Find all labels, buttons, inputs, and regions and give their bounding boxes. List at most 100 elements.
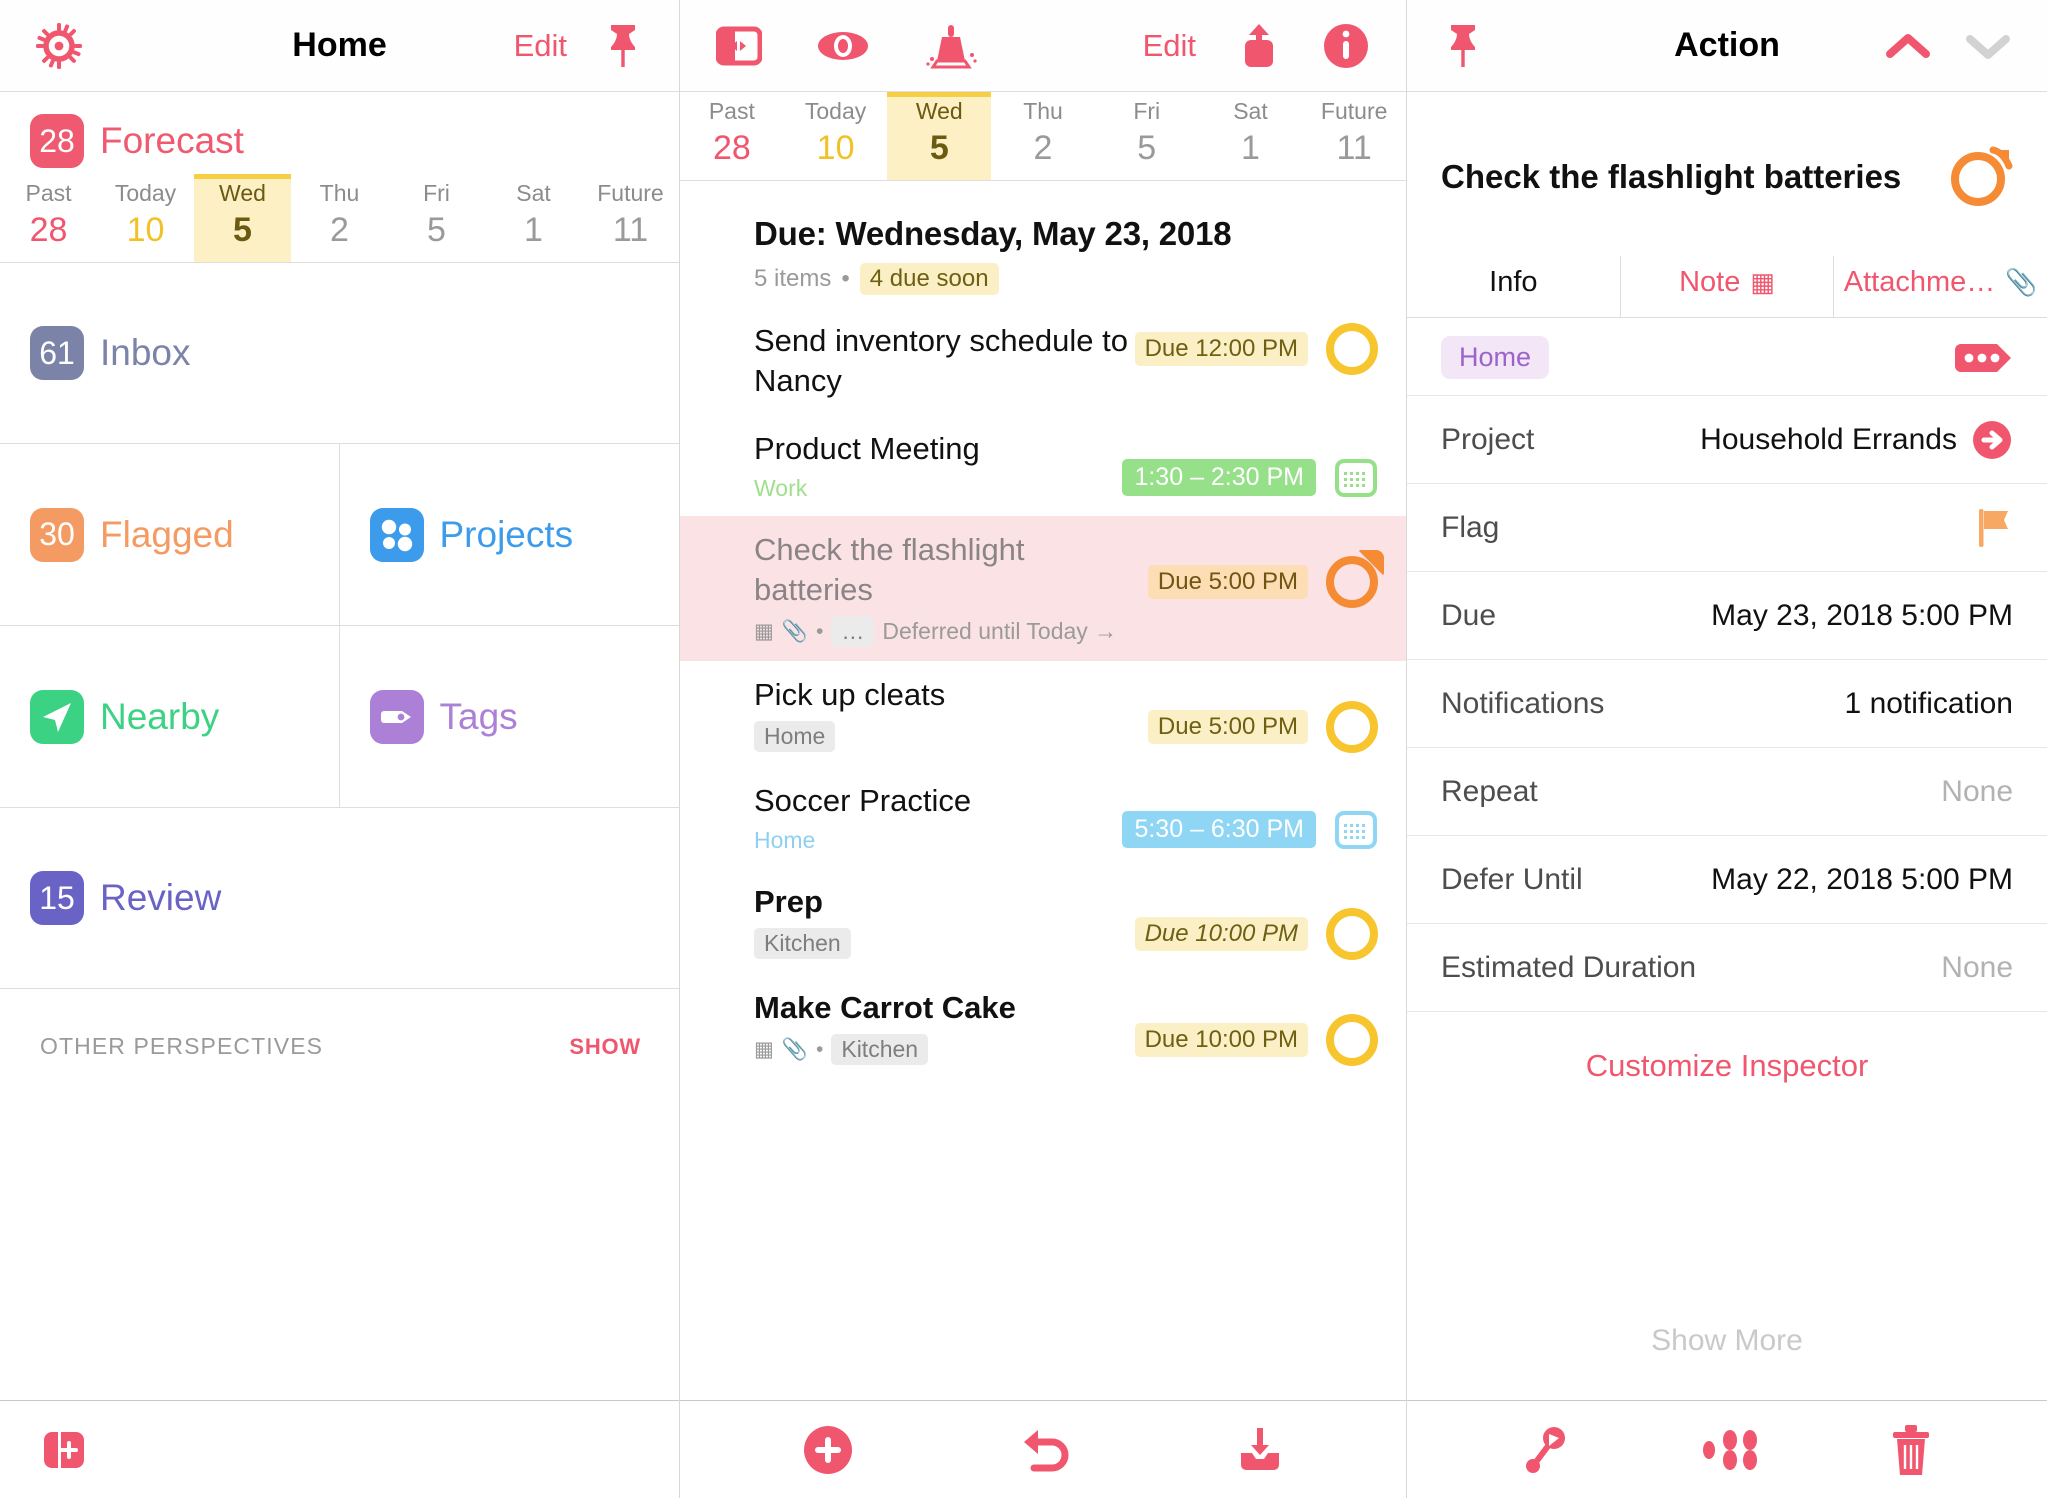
sidebar-item-review[interactable]: 15 Review xyxy=(0,808,679,988)
status-circle-icon[interactable] xyxy=(1326,908,1378,960)
inspector-row-repeat[interactable]: Repeat None xyxy=(1407,747,2047,835)
sidebar-item-nearby[interactable]: Nearby xyxy=(0,626,340,808)
task-title: Check the flashlight batteries xyxy=(1441,158,1902,195)
day-cell-thu[interactable]: Thu 2 xyxy=(291,174,388,262)
day-cell-wed[interactable]: Wed 5 xyxy=(194,174,291,262)
day-cell-today[interactable]: Today 10 xyxy=(97,174,194,262)
chevron-down-icon[interactable] xyxy=(1965,31,2011,61)
sidebar-item-forecast[interactable]: 28 Forecast xyxy=(0,92,679,174)
day-name: Past xyxy=(708,98,755,124)
pin-icon[interactable] xyxy=(603,23,643,69)
group-title: Due: Wednesday, May 23, 2018 xyxy=(754,215,1232,252)
projects-icon xyxy=(369,507,424,562)
day-count: 2 xyxy=(330,211,349,249)
list-bottom-toolbar xyxy=(680,1400,1406,1498)
status-circle-icon[interactable] xyxy=(1326,701,1378,753)
broom-icon[interactable] xyxy=(924,23,978,69)
table-row[interactable]: Make Carrot Cake ▦ 📎 • Kitchen Due 10:00… xyxy=(680,974,1406,1080)
flag-icon[interactable] xyxy=(1973,505,2013,551)
day-count: 5 xyxy=(1137,129,1157,167)
item-count: 5 items xyxy=(754,265,832,292)
add-plus-icon[interactable] xyxy=(801,1423,855,1477)
row-value: May 23, 2018 5:00 PM xyxy=(1711,598,2013,632)
share-icon[interactable] xyxy=(1238,22,1280,70)
row-key: Notifications xyxy=(1441,686,1605,720)
edit-button[interactable]: Edit xyxy=(1143,28,1196,64)
sidebar-toggle-icon[interactable] xyxy=(716,26,762,66)
flag-group-icon[interactable] xyxy=(1700,1428,1762,1472)
tab-attachments[interactable]: Attachme… 📎 xyxy=(1833,256,2047,317)
day-cell-today[interactable]: Today 10 xyxy=(784,92,888,180)
calendar-icon xyxy=(1334,455,1378,499)
table-row[interactable]: Send inventory schedule to Nancy Due 12:… xyxy=(680,307,1406,415)
day-cell-thu[interactable]: Thu 2 xyxy=(991,92,1095,180)
table-row[interactable]: Prep Kitchen Due 10:00 PM xyxy=(680,868,1406,974)
pin-icon[interactable] xyxy=(1443,23,1483,69)
sidebar-item-tags[interactable]: Tags xyxy=(339,626,679,808)
day-cell-future[interactable]: Future 11 xyxy=(1302,92,1406,180)
inspector-row-defer-until[interactable]: Defer Until May 22, 2018 5:00 PM xyxy=(1407,835,2047,923)
day-count: 5 xyxy=(427,211,446,249)
row-value: None xyxy=(1941,950,2013,984)
day-cell-fri[interactable]: Fri 5 xyxy=(388,174,485,262)
go-arrow-icon[interactable] xyxy=(1971,419,2013,461)
due-badge: Due 10:00 PM xyxy=(1134,1023,1308,1057)
status-circle-icon[interactable] xyxy=(1326,1014,1378,1066)
table-row[interactable]: Pick up cleats Home Due 5:00 PM xyxy=(680,661,1406,767)
day-cell-past[interactable]: Past 28 xyxy=(680,92,784,180)
status-circle-icon[interactable] xyxy=(1326,323,1378,375)
chevron-up-icon[interactable] xyxy=(1885,31,1931,61)
inspector-row-estimated-duration[interactable]: Estimated Duration None xyxy=(1407,923,2047,1011)
sidebar-item-label: Inbox xyxy=(100,332,191,373)
calendar-icon xyxy=(1334,807,1378,851)
inspector-tag-row: Home xyxy=(1407,318,2047,395)
trash-icon[interactable] xyxy=(1889,1423,1933,1477)
day-cell-wed[interactable]: Wed 5 xyxy=(887,92,992,180)
gear-icon[interactable] xyxy=(36,22,82,69)
tab-info[interactable]: Info xyxy=(1407,256,1620,317)
sidebar-item-flagged[interactable]: 30 Flagged xyxy=(0,444,340,626)
edit-button[interactable]: Edit xyxy=(514,28,567,64)
task-tag[interactable]: Home xyxy=(1441,336,1550,379)
day-cell-sat[interactable]: Sat 1 xyxy=(485,174,582,262)
sidebar-item-label: Review xyxy=(100,877,222,918)
show-button[interactable]: SHOW xyxy=(569,1034,641,1060)
info-icon[interactable] xyxy=(1322,22,1370,70)
inspector-row-notifications[interactable]: Notifications 1 notification xyxy=(1407,659,2047,747)
undo-icon[interactable] xyxy=(1016,1426,1074,1474)
day-name: Fri xyxy=(423,180,450,206)
day-count: 11 xyxy=(612,211,649,249)
inspector-row-flag[interactable]: Flag xyxy=(1407,483,2047,571)
sidebar-item-inbox[interactable]: 61 Inbox xyxy=(0,263,679,443)
day-cell-past[interactable]: Past 28 xyxy=(0,174,97,262)
new-perspective-icon[interactable] xyxy=(38,1424,90,1476)
tab-note[interactable]: Note ▦ xyxy=(1619,256,1834,317)
inspector-bottom-toolbar xyxy=(1407,1400,2047,1498)
note-icon: ▦ xyxy=(754,1038,774,1061)
inbox-in-icon[interactable] xyxy=(1235,1425,1285,1475)
perspective-tiles: 30 Flagged Projects Nearby Tags xyxy=(0,444,679,808)
table-row[interactable]: Soccer Practice Home 5:30 – 6:30 PM xyxy=(680,767,1406,868)
day-cell-sat[interactable]: Sat 1 xyxy=(1199,92,1303,180)
tag-ellipsis-icon[interactable] xyxy=(1953,341,2013,375)
task-tag: Home xyxy=(754,721,836,752)
separator-dot: • xyxy=(816,1037,824,1061)
customize-inspector-button[interactable]: Customize Inspector xyxy=(1407,1011,2047,1084)
status-circle-flagged-icon[interactable] xyxy=(1326,556,1378,608)
sidebar-item-projects[interactable]: Projects xyxy=(339,444,679,626)
defer-status: Deferred until Today → xyxy=(882,618,1118,644)
table-row[interactable]: Product Meeting Work 1:30 – 2:30 PM xyxy=(680,415,1406,516)
day-name: Past xyxy=(25,180,72,206)
day-cell-future[interactable]: Future 11 xyxy=(582,174,679,262)
more-tags-icon[interactable]: … xyxy=(831,616,875,647)
table-row[interactable]: Check the flashlight batteries ▦ 📎 • … D… xyxy=(680,516,1406,661)
eye-icon[interactable] xyxy=(816,28,870,64)
sidebar-item-label: Projects xyxy=(439,513,574,555)
show-more-button[interactable]: Show More xyxy=(1407,1324,2047,1400)
day-cell-fri[interactable]: Fri 5 xyxy=(1095,92,1199,180)
tag-assign-icon[interactable] xyxy=(1521,1424,1573,1476)
inspector-row-due[interactable]: Due May 23, 2018 5:00 PM xyxy=(1407,571,2047,659)
paperclip-icon: 📎 xyxy=(781,1037,808,1061)
status-circle-flagged-icon[interactable] xyxy=(1947,144,2013,210)
inspector-row-project[interactable]: Project Household Errands xyxy=(1407,395,2047,483)
